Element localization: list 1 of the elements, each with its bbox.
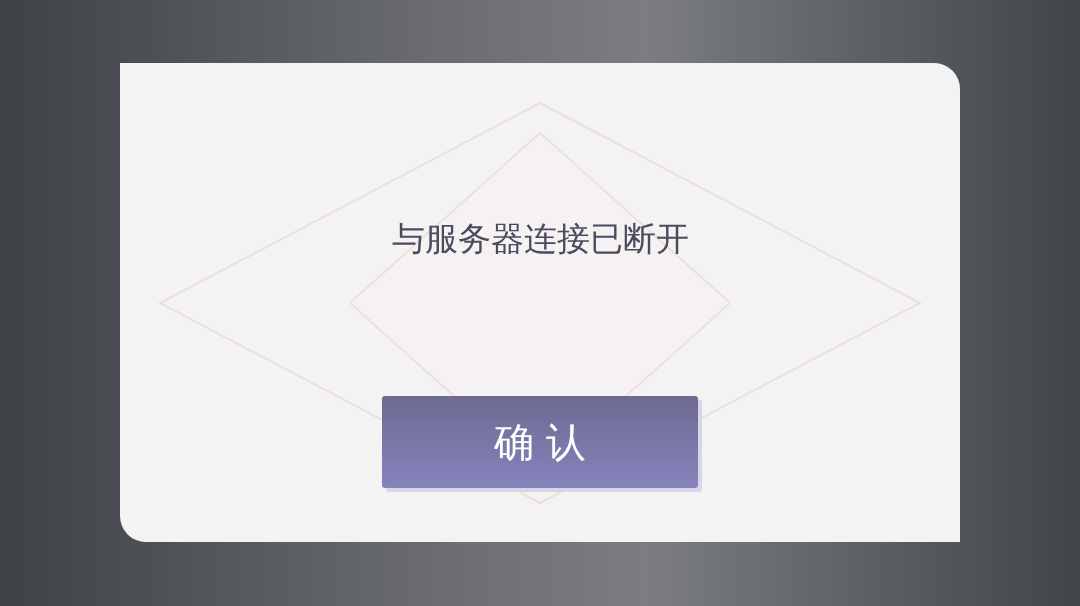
- message-text: 与服务器连接已断开: [391, 218, 689, 260]
